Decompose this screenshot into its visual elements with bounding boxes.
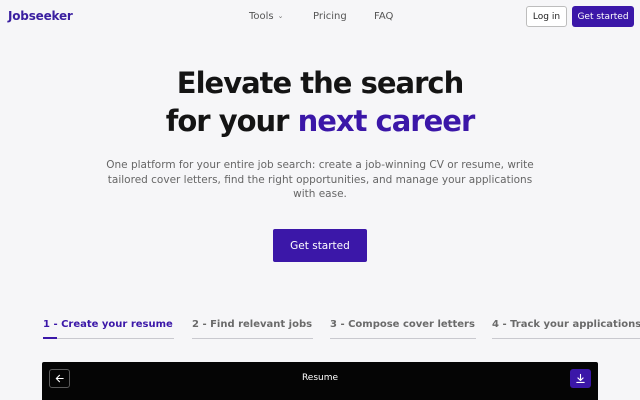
tab-track-applications[interactable]: 4 - Track your applications — [492, 319, 640, 339]
tab-create-resume[interactable]: 1 - Create your resume — [43, 319, 174, 339]
tab-label: 2 - Find relevant jobs — [192, 319, 313, 330]
hero-get-started-button[interactable]: Get started — [273, 229, 367, 262]
hero-title-line2: for your next career — [0, 102, 640, 140]
nav-item-tools-label: Tools — [249, 11, 274, 22]
resume-editor-panel: Resume — [42, 362, 598, 400]
top-nav: Jobseeker Tools ⌄ Pricing FAQ Log in Get … — [0, 0, 640, 34]
hero-title: Elevate the search for your next career — [0, 64, 640, 140]
panel-title: Resume — [301, 373, 339, 383]
tab-label: 4 - Track your applications — [492, 319, 640, 330]
download-icon — [575, 369, 586, 388]
hero-title-line1: Elevate the search — [176, 66, 464, 100]
tab-label: 1 - Create your resume — [43, 319, 173, 330]
login-button[interactable]: Log in — [526, 6, 567, 27]
nav-item-faq[interactable]: FAQ — [374, 11, 393, 22]
nav-item-pricing[interactable]: Pricing — [313, 11, 347, 22]
nav-get-started-button[interactable]: Get started — [572, 6, 634, 27]
nav-item-tools[interactable]: Tools ⌄ — [249, 11, 284, 22]
hero-subtitle: One platform for your entire job search:… — [106, 159, 534, 200]
feature-tabs: 1 - Create your resume 2 - Find relevant… — [0, 319, 640, 341]
hero-title-accent: next career — [297, 104, 476, 138]
hero-title-prefix: for your — [165, 104, 298, 138]
tab-find-jobs[interactable]: 2 - Find relevant jobs — [192, 319, 313, 339]
tab-label: 3 - Compose cover letters — [330, 319, 475, 330]
tab-cover-letters[interactable]: 3 - Compose cover letters — [330, 319, 476, 339]
active-tab-indicator — [43, 337, 57, 339]
chevron-down-icon: ⌄ — [277, 12, 284, 20]
download-button[interactable] — [570, 369, 591, 388]
